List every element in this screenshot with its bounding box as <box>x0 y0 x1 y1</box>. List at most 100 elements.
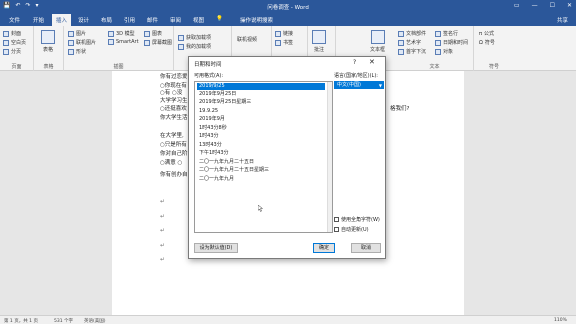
minimize-icon[interactable]: — <box>532 2 538 9</box>
wordart-button[interactable]: 艺术字 <box>398 39 421 46</box>
blank-page-button[interactable]: 空白页 <box>3 39 26 46</box>
equation-button[interactable]: π 公式 <box>479 30 494 38</box>
shapes-button[interactable]: 形状 <box>68 48 86 55</box>
language-indicator[interactable]: 英语(美国) <box>84 318 106 324</box>
doc-line: ○只是所有 <box>160 142 187 148</box>
online-pictures-button[interactable]: 联机图片 <box>68 39 96 46</box>
tell-me-search[interactable]: 操作说明搜索 <box>240 16 273 24</box>
paragraph-mark: ↵ <box>160 213 166 220</box>
smartart-icon <box>108 39 114 45</box>
screenshot-button[interactable]: 屏幕截图 <box>144 39 172 46</box>
link-icon <box>275 30 281 37</box>
fullwidth-checkbox[interactable]: 使用全角字符(W) <box>334 216 380 223</box>
zoom-level[interactable]: 110% <box>554 318 567 323</box>
help-button[interactable]: ? <box>353 59 356 66</box>
online-picture-icon <box>68 39 74 46</box>
object-button[interactable]: 对象 <box>435 48 453 55</box>
doc-line-right: 格我们? <box>390 106 410 112</box>
dropcap-icon <box>398 48 404 55</box>
auto-update-checkbox[interactable]: 自动更新(U) <box>334 226 369 233</box>
page-break-icon <box>3 48 9 55</box>
cover-page-button[interactable]: 封面 <box>3 30 21 37</box>
format-item[interactable]: 下午1时43分 <box>197 150 231 157</box>
set-default-button[interactable]: 设为默认值(D) <box>194 243 238 253</box>
group-label-pages: 页面 <box>11 64 22 70</box>
date-time-button[interactable]: 日期和时间 <box>435 39 468 46</box>
group-label-text: 文本 <box>429 64 440 70</box>
dialog-close-button[interactable]: ✕ <box>369 58 375 66</box>
language-select[interactable]: 中文(中国) ▼ <box>334 81 384 89</box>
pi-icon: π <box>479 30 483 37</box>
language-select-value: 中文(中国) <box>337 82 361 88</box>
comment-button[interactable]: 批注 <box>312 30 326 53</box>
tab-file[interactable]: 文件 <box>9 16 20 24</box>
tab-review[interactable]: 审阅 <box>170 16 181 24</box>
share-button[interactable]: 共享 <box>557 16 568 24</box>
tab-view[interactable]: 视图 <box>193 16 204 24</box>
blank-page-icon <box>3 39 9 46</box>
maximize-icon[interactable]: ☐ <box>550 2 555 9</box>
checkbox-box[interactable] <box>334 227 339 232</box>
3d-models-button[interactable]: 3D 模型 <box>108 30 135 37</box>
quick-parts-button[interactable]: 文档部件 <box>398 30 426 37</box>
bookmark-icon <box>275 39 281 46</box>
doc-line: ○有 ○没 <box>160 90 183 96</box>
tab-references[interactable]: 引用 <box>124 16 135 24</box>
signature-icon <box>435 30 441 37</box>
cancel-button[interactable]: 取消 <box>351 243 381 253</box>
format-item[interactable]: 2019年9月25日星期三 <box>197 99 253 106</box>
signature-line-button[interactable]: 签名行 <box>435 30 458 37</box>
chart-icon <box>144 30 150 37</box>
format-item[interactable]: 13时43分 <box>197 142 224 149</box>
pictures-button[interactable]: 图片 <box>68 30 86 37</box>
fullwidth-label: 使用全角字符(W) <box>341 217 380 223</box>
format-item[interactable]: 19.9.25 <box>197 108 220 115</box>
format-item[interactable]: 二〇一九年九月 <box>197 176 236 183</box>
3d-model-icon <box>108 30 114 37</box>
word-count[interactable]: 531 个字 <box>54 318 73 324</box>
ribbon-display-icon[interactable]: ▭ <box>514 2 520 9</box>
format-item[interactable]: 1时43分 <box>197 133 221 140</box>
page-count[interactable]: 第 1 页，共 1 页 <box>4 318 38 324</box>
symbol-button[interactable]: Ω 符号 <box>479 39 495 47</box>
format-item[interactable]: 二〇一九年九月二十五日 <box>197 159 256 166</box>
chart-button[interactable]: 图表 <box>144 30 162 37</box>
status-bar: 第 1 页，共 1 页 531 个字 英语(美国) 110% <box>0 315 576 324</box>
title-bar: 💾 ↶ ↷ ▾ 问卷调查 - Word ▭ — ☐ ✕ <box>0 0 576 13</box>
link-button[interactable]: 链接 <box>275 30 293 37</box>
textbox-button[interactable]: 文本框 <box>370 30 385 53</box>
table-icon <box>41 30 55 44</box>
tab-mailings[interactable]: 邮件 <box>147 16 158 24</box>
smartart-button[interactable]: SmartArt <box>108 39 139 45</box>
tab-insert[interactable]: 插入 <box>52 14 72 26</box>
doc-line: 你有过恋爱 <box>160 74 188 80</box>
omega-icon: Ω <box>479 39 483 46</box>
online-video-button[interactable]: 联机视频 <box>237 36 257 43</box>
formats-scrollbar[interactable] <box>327 82 332 232</box>
paragraph-mark: ↵ <box>160 242 166 249</box>
formats-list[interactable]: 2019/9/25 2019年9月25日 2019年9月25日星期三 19.9.… <box>194 81 333 233</box>
format-item[interactable]: 2019年9月 <box>197 116 227 123</box>
format-item[interactable]: 二〇一九年九月二十五日星期三 <box>197 167 271 174</box>
window-controls: ▭ — ☐ ✕ <box>514 2 572 9</box>
bookmark-button[interactable]: 书签 <box>275 39 293 46</box>
get-addins-button[interactable]: 获取加载项 <box>178 34 211 41</box>
checkbox-box[interactable] <box>334 217 339 222</box>
format-item-selected[interactable]: 2019/9/25 <box>197 83 325 90</box>
format-item[interactable]: 1时43分8秒 <box>197 125 229 132</box>
formats-label: 可用格式(A): <box>194 73 224 79</box>
tab-design[interactable]: 设计 <box>78 16 89 24</box>
close-icon[interactable]: ✕ <box>567 2 572 9</box>
quick-parts-icon <box>398 30 404 37</box>
table-button[interactable]: 表格 <box>41 30 55 53</box>
paragraph-mark: ↵ <box>160 227 166 234</box>
tab-layout[interactable]: 布局 <box>101 16 112 24</box>
format-item[interactable]: 2019年9月25日 <box>197 91 238 98</box>
auto-update-label: 自动更新(U) <box>341 227 369 233</box>
my-addins-button[interactable]: 我的加载项 <box>178 43 211 50</box>
ok-button[interactable]: 确定 <box>313 243 335 253</box>
mouse-cursor-icon <box>258 205 263 212</box>
page-break-button[interactable]: 分页 <box>3 48 21 55</box>
dropcap-button[interactable]: 首字下沉 <box>398 48 426 55</box>
tab-home[interactable]: 开始 <box>33 16 44 24</box>
